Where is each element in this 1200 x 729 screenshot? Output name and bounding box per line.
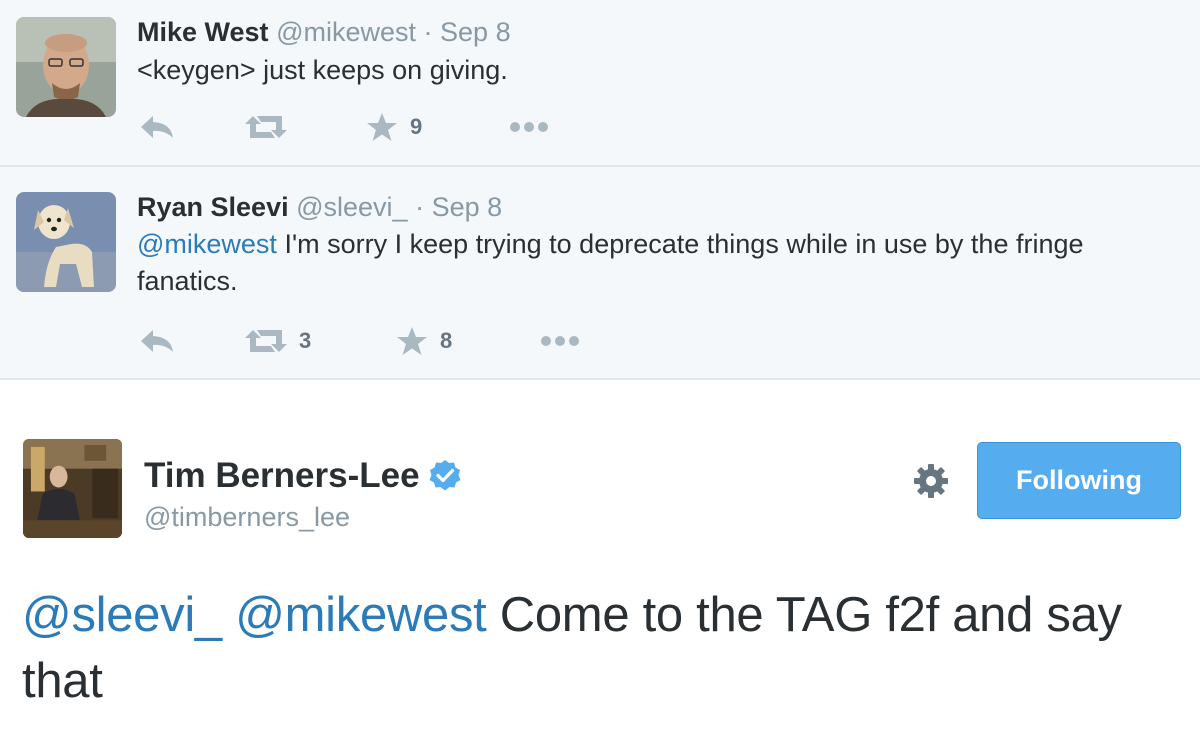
tweet-mike-west[interactable]: Mike West @mikewest · Sep 8 <keygen> jus… (0, 0, 1200, 167)
reply-icon (141, 330, 173, 352)
reply-icon (141, 116, 173, 138)
tweet-text: <keygen> just keeps on giving. (137, 52, 1177, 89)
tweet-timestamp[interactable]: Sep 8 (432, 192, 503, 222)
avatar[interactable] (23, 439, 122, 538)
favorite-count: 9 (410, 114, 423, 139)
mention-link[interactable]: @sleevi_ (22, 588, 222, 642)
dog-photo-avatar (16, 192, 116, 292)
star-icon (367, 113, 397, 141)
tweet-body: I'm sorry I keep trying to deprecate thi… (137, 229, 1084, 296)
mention-link[interactable]: @mikewest (235, 588, 487, 642)
retweet-icon (245, 330, 287, 352)
tweet-header: Ryan Sleevi @sleevi_ · Sep 8 (137, 191, 502, 223)
reply-button[interactable] (139, 112, 175, 142)
verified-badge-icon (429, 460, 461, 491)
author-handle[interactable]: @mikewest (276, 17, 416, 47)
main-tweet-text: @sleevi_ @mikewest Come to the TAG f2f a… (22, 582, 1182, 714)
retweet-icon (245, 116, 287, 138)
author-name[interactable]: Tim Berners-Lee (144, 455, 420, 497)
author-name[interactable]: Ryan Sleevi (137, 192, 289, 222)
more-button[interactable] (509, 112, 549, 142)
reply-button[interactable] (139, 326, 175, 356)
retweet-button[interactable]: 3 (245, 326, 311, 356)
following-button[interactable]: Following (977, 442, 1181, 519)
more-button[interactable] (540, 326, 580, 356)
more-icon (510, 122, 548, 132)
tweet-header: Mike West @mikewest · Sep 8 (137, 16, 511, 48)
tweet-body: <keygen> just keeps on giving. (137, 55, 508, 85)
favorite-count: 8 (440, 328, 453, 353)
separator-dot: · (423, 17, 433, 47)
author-name[interactable]: Mike West (137, 17, 269, 47)
retweet-button[interactable] (245, 112, 287, 142)
main-tweet: Tim Berners-Lee @timberners_lee Followin… (0, 380, 1200, 729)
favorite-button[interactable]: 8 (396, 326, 452, 356)
person-photo-avatar (23, 439, 122, 538)
mention-link[interactable]: @mikewest (137, 229, 277, 259)
favorite-button[interactable]: 9 (366, 112, 422, 142)
star-icon (397, 327, 427, 355)
avatar[interactable] (16, 17, 116, 117)
tweet-text: @mikewest I'm sorry I keep trying to dep… (137, 226, 1177, 300)
avatar[interactable] (16, 192, 116, 292)
person-photo-avatar (16, 17, 116, 117)
gear-icon[interactable] (913, 463, 949, 499)
author-name-row: Tim Berners-Lee (144, 455, 462, 497)
tweet-timestamp[interactable]: Sep 8 (440, 17, 511, 47)
separator-dot: · (415, 192, 425, 222)
author-handle[interactable]: @sleevi_ (296, 192, 407, 222)
retweet-count: 3 (299, 328, 312, 353)
tweet-ryan-sleevi[interactable]: Ryan Sleevi @sleevi_ · Sep 8 @mikewest I… (0, 167, 1200, 380)
author-handle[interactable]: @timberners_lee (144, 500, 350, 534)
more-icon (541, 336, 579, 346)
